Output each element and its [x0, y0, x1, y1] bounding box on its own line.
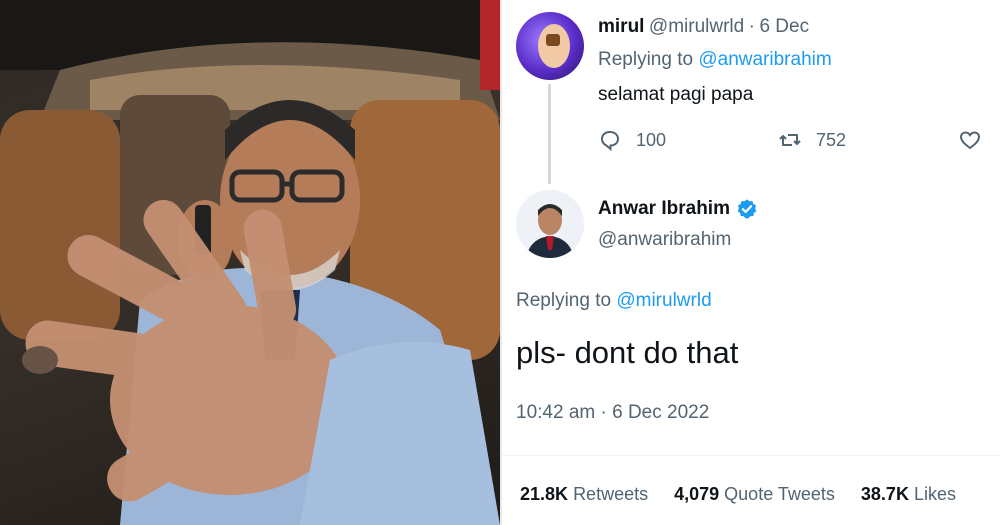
tweet2-name-row: Anwar Ibrahim — [598, 198, 758, 220]
user-avatar-icon — [516, 190, 584, 258]
news-photo — [0, 0, 500, 525]
heart-icon — [959, 131, 981, 150]
tweet1-separator: · — [748, 16, 755, 37]
retweet-button[interactable]: 752 — [778, 128, 846, 152]
tweet2-replying-link[interactable]: @mirulwrld — [616, 290, 711, 311]
retweets-label: Retweets — [573, 484, 649, 504]
tweet2-name[interactable]: Anwar Ibrahim — [598, 198, 730, 220]
avatar-anwar[interactable] — [516, 190, 584, 258]
tweet1-replying: Replying to @anwaribrahim — [598, 49, 832, 71]
retweet-count: 752 — [816, 129, 847, 150]
reply-count: 100 — [636, 129, 667, 150]
likes-count: 38.7K — [860, 484, 909, 504]
tweet2-handle[interactable]: @anwaribrahim — [598, 229, 731, 251]
tweet1-header: mirul @mirulwrld · 6 Dec — [598, 16, 809, 38]
thread-connector — [548, 84, 551, 184]
like-button[interactable] — [958, 128, 982, 152]
tweet2-timestamp[interactable]: 10:42 am · 6 Dec 2022 — [516, 402, 709, 424]
retweets-count: 21.8K — [520, 484, 569, 504]
stats-divider — [502, 455, 1000, 456]
tweet1-replying-link[interactable]: @anwaribrahim — [698, 49, 831, 70]
quotes-count: 4,079 — [674, 484, 720, 504]
likes-label: Likes — [913, 484, 956, 504]
tweet2-replying: Replying to @mirulwrld — [516, 290, 712, 312]
avatar-mirul[interactable] — [516, 12, 584, 80]
reply-icon — [600, 130, 620, 152]
user-avatar-icon — [538, 24, 570, 68]
tweet1-handle[interactable]: @mirulwrld — [649, 16, 744, 37]
tweet-thread: mirul @mirulwrld · 6 Dec Replying to @an… — [502, 0, 1000, 525]
reply-button[interactable]: 100 — [598, 128, 666, 152]
tweet1-replying-prefix: Replying to — [598, 49, 694, 70]
tweet1-text: selamat pagi papa — [598, 84, 754, 105]
retweet-icon — [779, 134, 801, 146]
retweets-stat[interactable]: 21.8K Retweets — [520, 484, 648, 505]
quotes-label: Quote Tweets — [724, 484, 835, 504]
likes-stat[interactable]: 38.7K Likes — [861, 484, 956, 505]
tweet2-stats: 21.8K Retweets 4,079 Quote Tweets 38.7K … — [520, 484, 956, 505]
person-in-car-photo-icon — [0, 0, 500, 525]
quotes-stat[interactable]: 4,079 Quote Tweets — [674, 484, 835, 505]
tweet2-text: pls- dont do that — [516, 335, 739, 370]
tweet1-date[interactable]: 6 Dec — [759, 16, 809, 37]
tweet2-replying-prefix: Replying to — [516, 290, 612, 311]
tweet1-name[interactable]: mirul — [598, 16, 644, 37]
verified-badge-icon — [737, 199, 757, 219]
tweet1-actions: 100 752 — [598, 128, 988, 156]
